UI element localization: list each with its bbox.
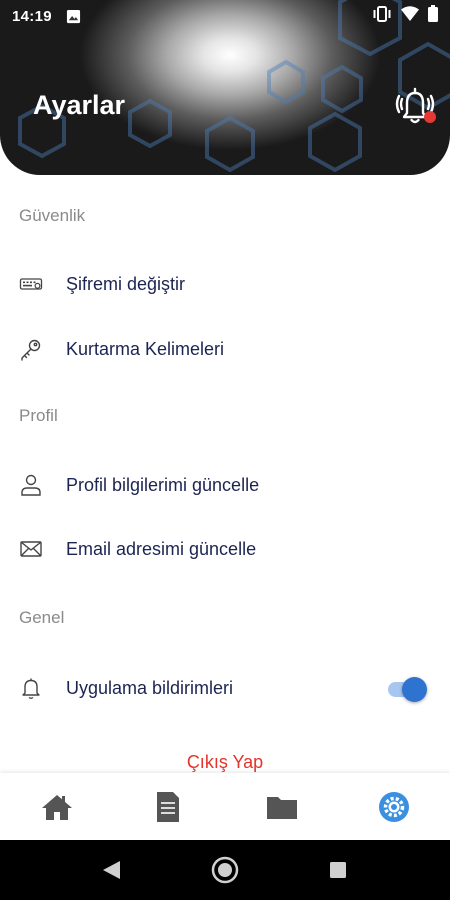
battery-icon bbox=[428, 5, 438, 27]
bell-ringing-icon bbox=[395, 87, 435, 124]
page-title: Ayarlar bbox=[33, 90, 126, 120]
logout-button[interactable]: Çıkış Yap bbox=[0, 752, 450, 773]
nav-settings[interactable] bbox=[376, 791, 412, 823]
app-notifications-label: Uygulama bildirimleri bbox=[66, 677, 234, 698]
change-password-item[interactable]: Şifremi değiştir bbox=[0, 258, 450, 310]
folder-icon bbox=[267, 797, 297, 819]
wifi-icon bbox=[401, 6, 419, 26]
keyboard-password-icon bbox=[19, 272, 43, 296]
section-title-general: Genel bbox=[19, 608, 65, 627]
section-title-profile: Profil bbox=[19, 406, 58, 425]
image-icon bbox=[66, 9, 81, 24]
system-navigation-bar bbox=[0, 840, 450, 900]
settings-icon bbox=[379, 792, 409, 822]
recovery-words-item[interactable]: Kurtarma Kelimeleri bbox=[0, 323, 450, 375]
app-notifications-toggle[interactable] bbox=[386, 676, 428, 702]
update-email-label: Email adresimi güncelle bbox=[66, 538, 257, 559]
status-bar: 14:19 bbox=[0, 0, 450, 32]
user-icon bbox=[19, 473, 43, 497]
update-email-item[interactable]: Email adresimi güncelle bbox=[0, 523, 450, 575]
app-notifications-item: Uygulama bildirimleri bbox=[0, 662, 450, 714]
vibrate-icon bbox=[372, 5, 392, 27]
back-triangle-icon bbox=[103, 861, 120, 879]
key-icon bbox=[19, 337, 43, 361]
home-circle-icon bbox=[211, 856, 239, 884]
app-header: 14:19 Ayarlar bbox=[0, 0, 450, 175]
nav-folder[interactable] bbox=[264, 791, 300, 823]
toggle-knob bbox=[402, 677, 427, 702]
mail-icon bbox=[19, 537, 43, 561]
bell-icon bbox=[19, 676, 43, 700]
recovery-words-label: Kurtarma Kelimeleri bbox=[66, 338, 225, 359]
nav-documents[interactable] bbox=[150, 791, 186, 823]
notifications-button[interactable] bbox=[390, 84, 440, 130]
nav-home[interactable] bbox=[39, 791, 75, 823]
bottom-navigation bbox=[0, 773, 450, 840]
status-time: 14:19 bbox=[12, 7, 52, 25]
update-profile-label: Profil bilgilerimi güncelle bbox=[66, 474, 260, 495]
section-title-security: Güvenlik bbox=[19, 206, 86, 225]
system-home-button[interactable] bbox=[210, 855, 240, 885]
home-icon bbox=[42, 795, 72, 820]
recents-square-icon bbox=[330, 862, 346, 878]
system-recents-button[interactable] bbox=[323, 855, 353, 885]
notification-badge bbox=[424, 111, 436, 123]
update-profile-item[interactable]: Profil bilgilerimi güncelle bbox=[0, 459, 450, 511]
change-password-label: Şifremi değiştir bbox=[66, 273, 186, 294]
document-icon bbox=[157, 792, 179, 822]
system-back-button[interactable] bbox=[96, 855, 126, 885]
